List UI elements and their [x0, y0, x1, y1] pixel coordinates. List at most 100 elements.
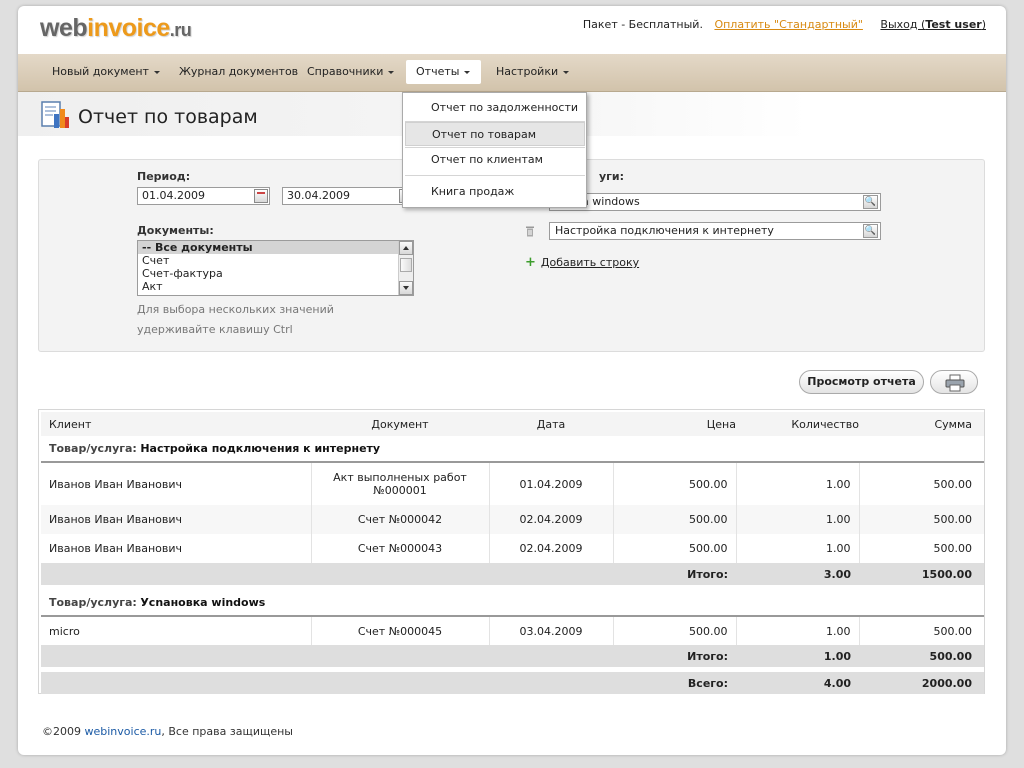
subtotal-spacer — [41, 563, 613, 585]
cell-date: 01.04.2009 — [489, 462, 614, 505]
logo-part-invoice: invoice — [87, 14, 170, 42]
cell-date: 02.04.2009 — [489, 534, 614, 563]
date-to-input[interactable]: 30.04.2009 — [282, 187, 415, 205]
grand-total-spacer — [41, 672, 613, 694]
logout-link[interactable]: Выход (Test user) — [880, 18, 986, 31]
nav-item-label: Справочники — [307, 65, 384, 78]
search-icon[interactable]: 🔍 — [863, 224, 878, 238]
service-input-2[interactable]: Настройка подключения к интернету 🔍 — [549, 222, 881, 240]
services-label: уги: — [599, 170, 625, 183]
menu-item-clients-report[interactable]: Отчет по клиентам — [405, 148, 585, 172]
printer-icon — [945, 374, 965, 392]
nav-item-settings[interactable]: Настройки — [486, 60, 579, 84]
cell-document[interactable]: Счет №000045 — [311, 616, 490, 645]
grand-total-label: Всего: — [613, 672, 736, 694]
subtotal-row: Итого: 3.00 1500.00 — [41, 563, 984, 585]
nav-item-label: Настройки — [496, 65, 559, 78]
column-header-sum[interactable]: Сумма — [859, 412, 984, 436]
table-row[interactable]: micro Счет №000045 03.04.2009 500.00 1.0… — [41, 616, 984, 645]
subtotal-label: Итого: — [613, 563, 736, 585]
column-header-client[interactable]: Клиент — [41, 412, 311, 436]
logout-prefix: Выход ( — [880, 18, 926, 31]
column-header-price[interactable]: Цена — [613, 412, 736, 436]
scroll-thumb[interactable] — [400, 258, 412, 272]
table-row[interactable]: Иванов Иван Иванович Счет №000043 02.04.… — [41, 534, 984, 563]
subtotal-sum: 1500.00 — [859, 563, 984, 585]
table-row[interactable]: Иванов Иван Иванович Акт выполненых рабо… — [41, 462, 984, 505]
menu-item-goods-report[interactable]: Отчет по товарам — [405, 122, 585, 146]
search-icon[interactable]: 🔍 — [863, 195, 878, 209]
scroll-up-icon[interactable] — [399, 241, 413, 255]
nav-item-label: Журнал документов — [179, 65, 299, 78]
cell-price: 500.00 — [613, 616, 737, 645]
cell-sum: 500.00 — [859, 616, 984, 645]
subtotal-quantity: 3.00 — [736, 563, 859, 585]
cell-client: micro — [41, 616, 312, 645]
multi-select-hint: Для выбора нескольких значений удерживай… — [137, 303, 334, 336]
cell-document[interactable]: Акт выполненых работ №000001 — [311, 462, 490, 505]
print-button[interactable] — [930, 370, 978, 394]
user-name: Test user — [925, 18, 982, 31]
footer-copyright: ©2009 — [42, 725, 85, 738]
nav-item-label: Отчеты — [416, 65, 460, 78]
date-from-value: 01.04.2009 — [142, 189, 205, 202]
column-header-quantity[interactable]: Количество — [736, 412, 859, 436]
calendar-icon[interactable] — [254, 189, 268, 203]
grand-total-quantity: 4.00 — [736, 672, 859, 694]
documents-label: Документы: — [137, 224, 214, 237]
report-table: Клиент Документ Дата Цена Количество Сум… — [41, 412, 984, 694]
plus-icon: + — [525, 255, 536, 270]
group-label: Товар/услуга: — [49, 596, 137, 609]
documents-option[interactable]: -- Все документы — [138, 241, 413, 254]
cell-quantity: 1.00 — [736, 505, 860, 534]
cell-price: 500.00 — [613, 534, 737, 563]
documents-option[interactable]: Счет-фактура — [138, 267, 413, 280]
preview-report-button[interactable]: Просмотр отчета — [799, 370, 924, 394]
nav-item-label: Новый документ — [52, 65, 149, 78]
service-value: Настройка подключения к интернету — [555, 224, 774, 237]
group-header-row: Товар/услуга: Усnановка windows — [41, 590, 984, 617]
nav-item-journal[interactable]: Журнал документов — [169, 60, 308, 84]
cell-quantity: 1.00 — [736, 616, 860, 645]
table-row[interactable]: Иванов Иван Иванович Счет №000042 02.04.… — [41, 505, 984, 534]
scroll-down-icon[interactable] — [399, 281, 413, 295]
service-input-1[interactable]: новка windows 🔍 — [549, 193, 881, 211]
upgrade-link[interactable]: Оплатить "Стандартный" — [714, 18, 862, 31]
column-header-document[interactable]: Документ — [311, 412, 489, 436]
column-header-date[interactable]: Дата — [489, 412, 613, 436]
cell-price: 500.00 — [613, 462, 737, 505]
footer-site-link[interactable]: webinvoice.ru — [85, 725, 162, 738]
nav-item-new-document[interactable]: Новый документ — [42, 60, 170, 84]
nav-item-directories[interactable]: Справочники — [297, 60, 404, 84]
logout-suffix: ) — [981, 18, 986, 31]
subtotal-row: Итого: 1.00 500.00 — [41, 645, 984, 667]
table-header: Клиент Документ Дата Цена Количество Сум… — [41, 412, 984, 436]
documents-option[interactable]: Счет — [138, 254, 413, 267]
documents-listbox[interactable]: -- Все документы Счет Счет-фактура Акт — [137, 240, 414, 296]
cell-client: Иванов Иван Иванович — [41, 534, 312, 563]
trash-icon[interactable] — [525, 226, 535, 237]
logo[interactable]: webinvoice.ru — [40, 14, 192, 43]
period-label: Период: — [137, 170, 191, 183]
header: webinvoice.ru Пакет - Бесплатный. Оплати… — [18, 6, 1006, 54]
subtotal-sum: 500.00 — [859, 645, 984, 667]
account-bar: Пакет - Бесплатный. Оплатить "Стандартны… — [583, 18, 986, 31]
add-row-link[interactable]: + Добавить строку — [525, 255, 639, 270]
menu-item-sales-book[interactable]: Книга продаж — [405, 180, 585, 204]
documents-scrollbar[interactable] — [398, 241, 413, 295]
cell-document[interactable]: Счет №000042 — [311, 505, 490, 534]
cell-date: 02.04.2009 — [489, 505, 614, 534]
report-icon — [41, 101, 69, 128]
documents-option[interactable]: Акт — [138, 280, 413, 293]
menu-item-debt-report[interactable]: Отчет по задолженности — [405, 96, 585, 120]
nav-item-reports[interactable]: Отчеты — [406, 60, 481, 84]
page: webinvoice.ru Пакет - Бесплатный. Оплати… — [18, 6, 1006, 755]
cell-quantity: 1.00 — [736, 462, 860, 505]
cell-document[interactable]: Счет №000043 — [311, 534, 490, 563]
grand-total-sum: 2000.00 — [859, 672, 984, 694]
group-header: Товар/услуга: Усnановка windows — [41, 590, 984, 617]
logo-part-web: web — [40, 14, 88, 42]
group-header-row: Товар/услуга: Настройка подключения к ин… — [41, 436, 984, 463]
add-row-label: Добавить строку — [540, 256, 640, 269]
date-from-input[interactable]: 01.04.2009 — [137, 187, 270, 205]
